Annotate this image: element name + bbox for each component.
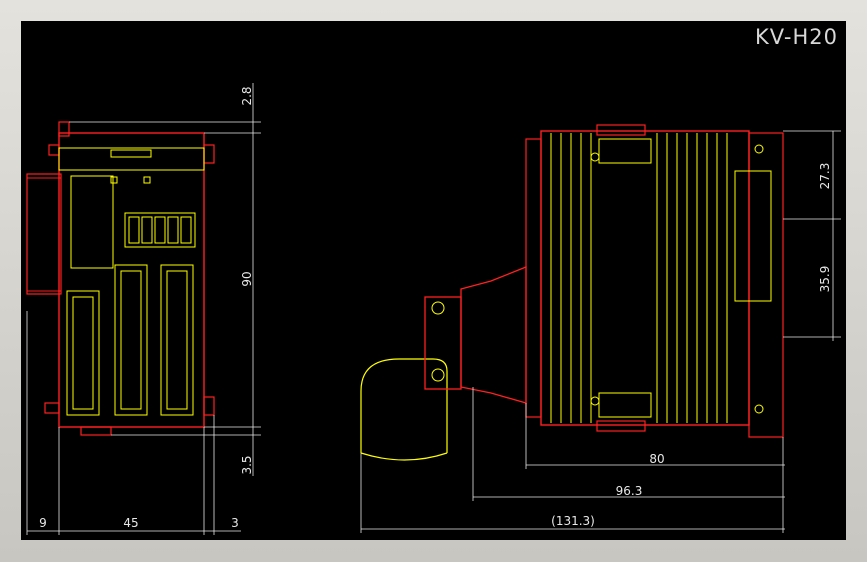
din-side-block [26, 173, 62, 295]
dim-upper-section: 27.3 [818, 163, 832, 190]
side-view [360, 124, 784, 461]
dim-bottom-gap: 3.5 [240, 455, 254, 474]
dim-left-width: 9 [39, 516, 47, 530]
display-window [70, 175, 114, 269]
din-clip [460, 266, 527, 404]
front-view-dimensions [26, 83, 261, 535]
connector-right [160, 264, 194, 416]
connector-middle [114, 264, 148, 416]
side-view-dimensions [360, 130, 841, 533]
dim-body-width: 45 [123, 516, 138, 530]
front-view [26, 121, 215, 436]
technical-drawing: 2.8 90 3.5 9 45 3 27.3 35.9 80 96.3 (131… [26, 83, 841, 535]
front-body-outline [58, 132, 205, 428]
dip-switch-bank [124, 212, 196, 248]
dim-right-gap: 3 [231, 516, 239, 530]
side-body-outline [540, 130, 750, 426]
dim-depth-total: (131.3) [551, 514, 595, 528]
dim-depth-96: 96.3 [616, 484, 643, 498]
cad-canvas[interactable]: KV-H20 2.8 90 3.5 9 45 3 27.3 35.9 80 96… [21, 21, 846, 540]
dim-depth-80: 80 [649, 452, 664, 466]
dim-top-gap: 2.8 [240, 86, 254, 105]
cable-outline [360, 358, 448, 453]
connector-left [66, 290, 100, 416]
side-terminal-block [748, 132, 784, 438]
heatsink-fins [550, 133, 728, 423]
dim-lower-section: 35.9 [818, 266, 832, 293]
viewer-frame: KV-H20 2.8 90 3.5 9 45 3 27.3 35.9 80 96… [0, 0, 867, 562]
dim-height: 90 [240, 271, 254, 286]
